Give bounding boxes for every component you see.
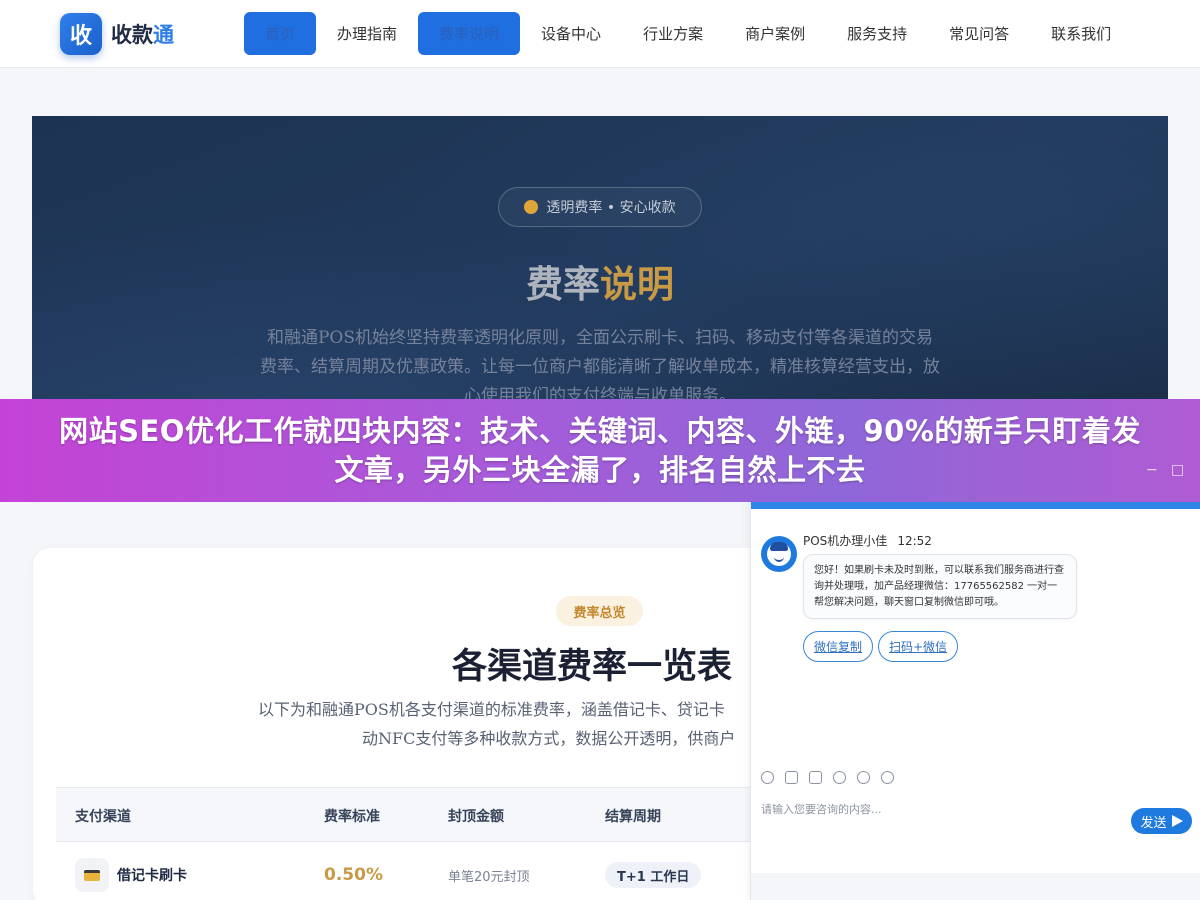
banner-headline: 网站SEO优化工作就四块内容：技术、关键词、内容、外链，90%的新手只盯着发文章… [59, 413, 1141, 487]
settlement-cell: T+1 工作日 [605, 843, 702, 900]
copy-wechat-button[interactable]: 微信复制 [803, 631, 873, 662]
nav-item-guide[interactable]: 办理指南 [316, 12, 418, 55]
hero-title-main: 费率 [526, 263, 600, 306]
section-description-line1: 以下为和融通POS机各支付渠道的标准费率，涵盖借记卡、贷记卡 [258, 700, 725, 719]
rates-table-header: 支付渠道 费率标准 封顶金额 结算周期 [56, 787, 756, 842]
logo-text: 收款通 [111, 19, 174, 49]
main-nav: 首页 办理指南 费率说明 设备中心 行业方案 商户案例 服务支持 常见问答 联系… [244, 12, 1132, 55]
money-bag-icon [524, 200, 539, 214]
maximize-icon[interactable]: □ [1171, 462, 1184, 478]
agent-message-bubble: 您好！如果刷卡未及时到账，可以联系我们服务商进行查询并处理哦，加产品经理微信：1… [803, 554, 1077, 619]
nav-item-faq[interactable]: 常见问答 [928, 12, 1030, 55]
agent-meta: POS机办理小佳 12:52 [803, 532, 932, 549]
nav-item-rates[interactable]: 费率说明 [418, 12, 521, 55]
article-title-banner: 网站SEO优化工作就四块内容：技术、关键词、内容、外链，90%的新手只盯着发文章… [0, 399, 1200, 502]
scan-wechat-button[interactable]: 扫码+微信 [878, 631, 958, 662]
crop-icon[interactable] [809, 771, 822, 784]
cap-value: 单笔20元封顶 [448, 869, 530, 885]
table-row: 借记卡刷卡 0.50% 单笔20元封顶 T+1 工作日 [56, 843, 756, 900]
hero-tagline-pill: 透明费率 • 安心收款 [498, 187, 702, 227]
section-description: 以下为和融通POS机各支付渠道的标准费率，涵盖借记卡、贷记卡 动NFC支付等多种… [258, 695, 758, 753]
chat-history-icon[interactable] [881, 771, 894, 784]
channel-name: 借记卡刷卡 [117, 868, 187, 884]
logo-mark-icon: 收 [60, 13, 102, 55]
image-icon[interactable] [785, 771, 798, 784]
agent-avatar [761, 536, 797, 572]
channel-cell: 借记卡刷卡 [75, 843, 187, 900]
chat-toolbar [761, 771, 905, 784]
customer-service-chat: POS机办理小佳 12:52 您好！如果刷卡未及时到账，可以联系我们服务商进行查询… [750, 500, 1200, 900]
rate-value: 0.50% [324, 865, 383, 885]
nav-item-home[interactable]: 首页 [244, 12, 317, 55]
message-time: 12:52 [897, 534, 932, 548]
section-pill: 费率总览 [556, 596, 643, 626]
section-title: 各渠道费率一览表 [452, 647, 733, 687]
mute-icon[interactable] [857, 771, 870, 784]
send-arrow-icon [1171, 815, 1183, 827]
column-header-cap: 封顶金额 [448, 808, 504, 825]
nav-item-support[interactable]: 服务支持 [826, 12, 928, 55]
hero-description: 和融通POS机始终坚持费率透明化原则，全面公示刷卡、扫码、移动支付等各渠道的交易… [260, 328, 940, 406]
smile-icon[interactable] [761, 771, 774, 784]
hero-title: 费率说明 [32, 254, 1168, 308]
chat-input[interactable]: 请输入您要咨询的内容... [761, 801, 882, 817]
nav-item-cases[interactable]: 商户案例 [724, 12, 826, 55]
minimize-icon[interactable]: − [1146, 462, 1158, 478]
top-navigation-bar: 收 收款通 首页 办理指南 费率说明 设备中心 行业方案 商户案例 服务支持 常… [0, 0, 1200, 68]
credit-card-icon [75, 858, 109, 892]
section-description-line2: 动NFC支付等多种收款方式，数据公开透明，供商户 [362, 729, 736, 748]
hero-tagline-text: 透明费率 • 安心收款 [546, 200, 676, 216]
column-header-settlement: 结算周期 [605, 808, 661, 825]
logo-text-main: 收款 [111, 23, 153, 47]
nav-item-contact[interactable]: 联系我们 [1030, 12, 1132, 55]
send-button[interactable]: 发送 [1131, 808, 1192, 834]
column-header-rate: 费率标准 [324, 808, 380, 825]
site-logo[interactable]: 收 收款通 [60, 13, 174, 55]
nav-item-solutions[interactable]: 行业方案 [622, 12, 724, 55]
nav-item-devices[interactable]: 设备中心 [520, 12, 622, 55]
chat-footer [751, 873, 1200, 900]
column-header-channel: 支付渠道 [75, 808, 131, 825]
hero-title-accent: 说明 [600, 263, 674, 306]
settlement-badge: T+1 工作日 [605, 862, 702, 888]
agent-face-icon [767, 542, 791, 566]
logo-text-accent: 通 [153, 23, 174, 47]
send-label: 发送 [1140, 815, 1167, 831]
shield-icon[interactable] [833, 771, 846, 784]
agent-name: POS机办理小佳 [803, 534, 888, 548]
